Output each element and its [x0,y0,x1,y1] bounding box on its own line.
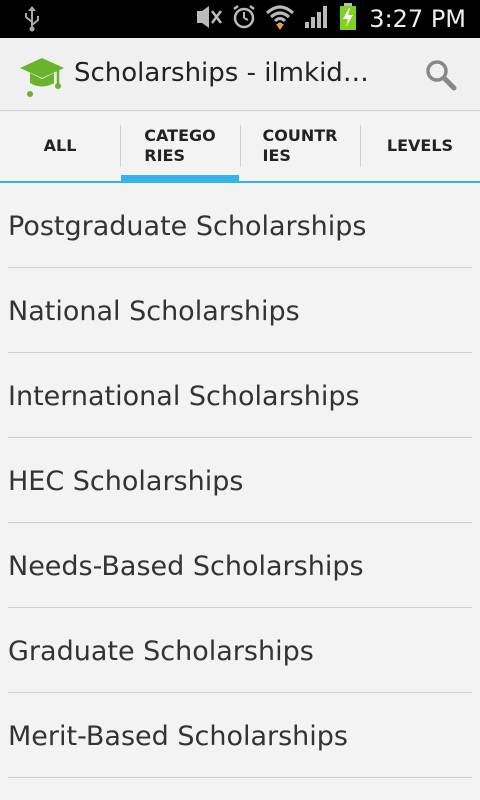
list-item[interactable]: National Scholarships [0,268,480,353]
list-item[interactable]: HEC Scholarships [0,438,480,523]
usb-icon [22,6,42,36]
tab-countries[interactable]: COUNTR IES [240,111,360,181]
status-bar: 3:27 PM [0,0,480,38]
tab-levels[interactable]: LEVELS [360,111,480,181]
divider [8,777,472,778]
graduation-cap-icon[interactable] [18,50,66,98]
list-item-label: International Scholarships [8,381,360,412]
list-item-label: Merit-Based Scholarships [8,721,348,752]
list-item-label: Needs-Based Scholarships [8,551,364,582]
tab-bar: ALL CATEGO RIES COUNTR IES LEVELS [0,111,480,183]
tab-label: IES [262,146,291,165]
list-item[interactable]: Postgraduate Scholarships [0,183,480,268]
alarm-icon [231,4,257,34]
action-bar: Scholarships - ilmkidun… [0,38,480,111]
clock: 3:27 PM [369,5,466,33]
list-item[interactable]: International Scholarships [0,353,480,438]
tab-label: COUNTR [262,126,338,145]
search-icon[interactable] [424,58,458,92]
tab-all[interactable]: ALL [0,111,120,181]
tab-label: ALL [43,136,77,155]
tab-categories[interactable]: CATEGO RIES [120,111,240,181]
no-signal-mute-icon [195,5,223,33]
battery-charging-icon [339,3,357,35]
tab-label: LEVELS [386,136,454,155]
list-item[interactable]: Graduate Scholarships [0,608,480,693]
list-item-label: HEC Scholarships [8,466,244,497]
tab-label: CATEGO [144,126,216,145]
list-item[interactable]: Needs-Based Scholarships [0,523,480,608]
wifi-icon [265,4,295,34]
list-item[interactable]: Merit-Based Scholarships [0,693,480,778]
category-list: Postgraduate Scholarships National Schol… [0,183,480,778]
list-item-label: National Scholarships [8,296,300,327]
app-title: Scholarships - ilmkidun… [74,58,384,88]
tab-label: RIES [144,146,185,165]
signal-icon [303,4,331,34]
list-item-label: Graduate Scholarships [8,636,314,667]
list-item-label: Postgraduate Scholarships [8,211,367,242]
